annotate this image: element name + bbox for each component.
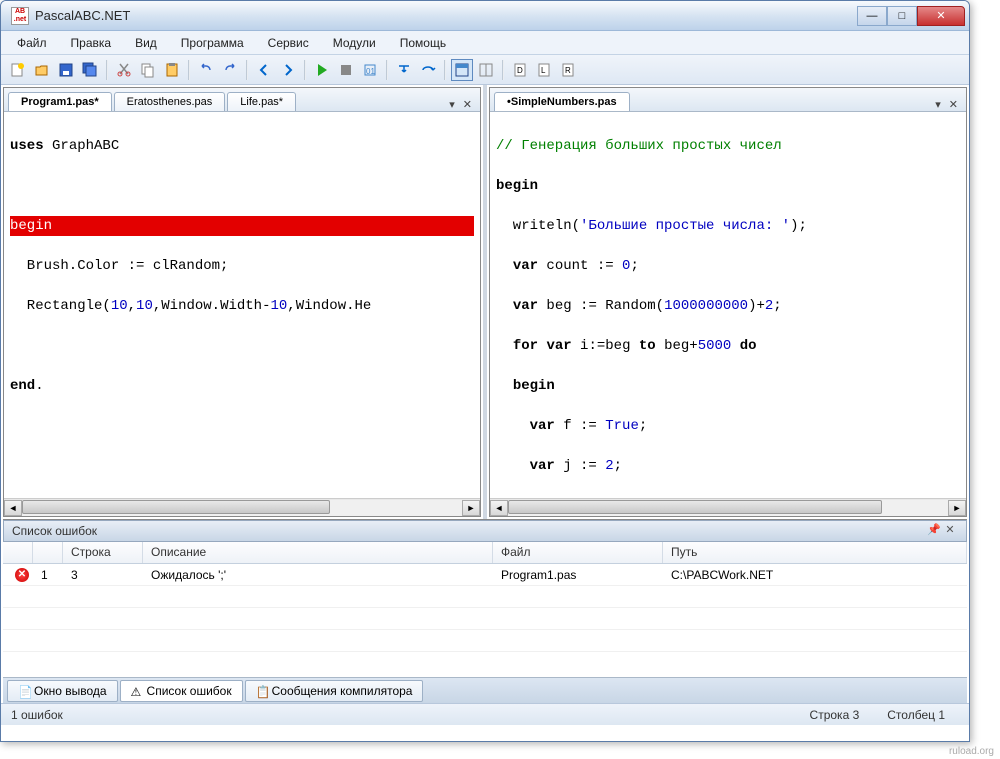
watermark: ruload.org [949, 746, 994, 757]
col-num[interactable] [33, 542, 63, 563]
menu-edit[interactable]: Правка [61, 33, 122, 53]
panel-title-text: Список ошибок [12, 524, 97, 538]
right-tab-row: •SimpleNumbers.pas ▾ ✕ [490, 88, 966, 112]
navigate-back-icon[interactable] [253, 59, 275, 81]
stop-icon[interactable] [335, 59, 357, 81]
panel-titlebar: Список ошибок 📌 ✕ [3, 520, 967, 542]
svg-text:D: D [517, 66, 523, 75]
left-editor-pane: Program1.pas* Eratosthenes.pas Life.pas*… [3, 87, 481, 517]
menu-file[interactable]: Файл [7, 33, 57, 53]
tab-simplenumbers[interactable]: •SimpleNumbers.pas [494, 92, 630, 111]
menu-service[interactable]: Сервис [258, 33, 319, 53]
tab-close-icon[interactable]: ✕ [459, 98, 476, 111]
status-error-count: 1 ошибок [11, 708, 63, 722]
new-file-icon[interactable] [7, 59, 29, 81]
menubar: Файл Правка Вид Программа Сервис Модули … [1, 31, 969, 55]
col-desc[interactable]: Описание [143, 542, 493, 563]
svg-text:L: L [541, 66, 546, 75]
run-icon[interactable] [311, 59, 333, 81]
save-all-icon[interactable] [79, 59, 101, 81]
tab-output[interactable]: 📄Окно вывода [7, 680, 118, 702]
tab-close-icon[interactable]: ✕ [945, 98, 962, 111]
save-icon[interactable] [55, 59, 77, 81]
svg-text:01: 01 [366, 67, 375, 76]
help-doc3-icon[interactable]: R [557, 59, 579, 81]
bottom-tab-bar: 📄Окно вывода ⚠Список ошибок 📋Сообщения к… [3, 677, 967, 703]
pin-icon[interactable]: 📌 [926, 523, 942, 539]
table-row [3, 630, 967, 652]
menu-program[interactable]: Программа [171, 33, 254, 53]
open-folder-icon[interactable] [31, 59, 53, 81]
step-over-icon[interactable] [417, 59, 439, 81]
tab-dropdown-icon[interactable]: ▾ [445, 98, 459, 111]
error-row[interactable]: ✕ 1 3 Ожидалось ';' Program1.pas C:\PABC… [3, 564, 967, 586]
close-button[interactable]: ✕ [917, 6, 965, 26]
split-icon[interactable] [475, 59, 497, 81]
help-doc1-icon[interactable]: D [509, 59, 531, 81]
table-row [3, 608, 967, 630]
titlebar: AB.net PascalABC.NET — □ ✕ [1, 1, 969, 31]
col-path[interactable]: Путь [663, 542, 967, 563]
right-hscrollbar[interactable]: ◄ ► [490, 498, 966, 516]
redo-icon[interactable] [219, 59, 241, 81]
col-file[interactable]: Файл [493, 542, 663, 563]
menu-view[interactable]: Вид [125, 33, 167, 53]
right-code-editor[interactable]: // Генерация больших простых чисел begin… [490, 112, 966, 498]
error-list-icon: ⚠ [131, 685, 143, 697]
status-line: Строка 3 [796, 708, 874, 722]
tab-dropdown-icon[interactable]: ▾ [931, 98, 945, 111]
app-window: AB.net PascalABC.NET — □ ✕ Файл Правка В… [0, 0, 970, 742]
col-line[interactable]: Строка [63, 542, 143, 563]
cut-icon[interactable] [113, 59, 135, 81]
scroll-left-icon[interactable]: ◄ [490, 500, 508, 516]
editor-area: Program1.pas* Eratosthenes.pas Life.pas*… [1, 85, 969, 519]
toolbar: 01 D L R [1, 55, 969, 85]
table-row [3, 586, 967, 608]
statusbar: 1 ошибок Строка 3 Столбец 1 [1, 703, 969, 725]
svg-text:R: R [565, 66, 571, 75]
scroll-left-icon[interactable]: ◄ [4, 500, 22, 516]
navigate-fwd-icon[interactable] [277, 59, 299, 81]
undo-icon[interactable] [195, 59, 217, 81]
left-code-editor[interactable]: uses GraphABC begin Brush.Color := clRan… [4, 112, 480, 498]
copy-icon[interactable] [137, 59, 159, 81]
scroll-right-icon[interactable]: ► [948, 500, 966, 516]
error-highlighted-line: begin [10, 216, 474, 236]
minimize-button[interactable]: — [857, 6, 887, 26]
compile-icon[interactable]: 01 [359, 59, 381, 81]
left-tab-row: Program1.pas* Eratosthenes.pas Life.pas*… [4, 88, 480, 112]
maximize-button[interactable]: □ [887, 6, 917, 26]
tab-program1[interactable]: Program1.pas* [8, 92, 112, 111]
help-doc2-icon[interactable]: L [533, 59, 555, 81]
vertical-splitter[interactable] [483, 85, 487, 519]
tab-compiler-messages[interactable]: 📋Сообщения компилятора [245, 680, 424, 702]
document-icon: 📄 [18, 685, 30, 697]
tab-error-list[interactable]: ⚠Список ошибок [120, 680, 243, 702]
col-icon[interactable] [3, 542, 33, 563]
error-table: Строка Описание Файл Путь ✕ 1 3 Ожидалос… [3, 542, 967, 677]
message-icon: 📋 [256, 685, 268, 697]
status-column: Столбец 1 [873, 708, 959, 722]
step-into-icon[interactable] [393, 59, 415, 81]
error-icon: ✕ [15, 568, 29, 582]
scroll-right-icon[interactable]: ► [462, 500, 480, 516]
menu-modules[interactable]: Модули [323, 33, 386, 53]
right-editor-pane: •SimpleNumbers.pas ▾ ✕ // Генерация боль… [489, 87, 967, 517]
paste-icon[interactable] [161, 59, 183, 81]
tab-eratosthenes[interactable]: Eratosthenes.pas [114, 92, 226, 111]
tab-life[interactable]: Life.pas* [227, 92, 296, 111]
menu-help[interactable]: Помощь [390, 33, 456, 53]
app-icon: AB.net [11, 7, 29, 25]
panel-close-icon[interactable]: ✕ [942, 523, 958, 539]
left-hscrollbar[interactable]: ◄ ► [4, 498, 480, 516]
window-title: PascalABC.NET [35, 8, 857, 23]
toggle-panel-icon[interactable] [451, 59, 473, 81]
error-list-panel: Список ошибок 📌 ✕ Строка Описание Файл П… [3, 519, 967, 703]
